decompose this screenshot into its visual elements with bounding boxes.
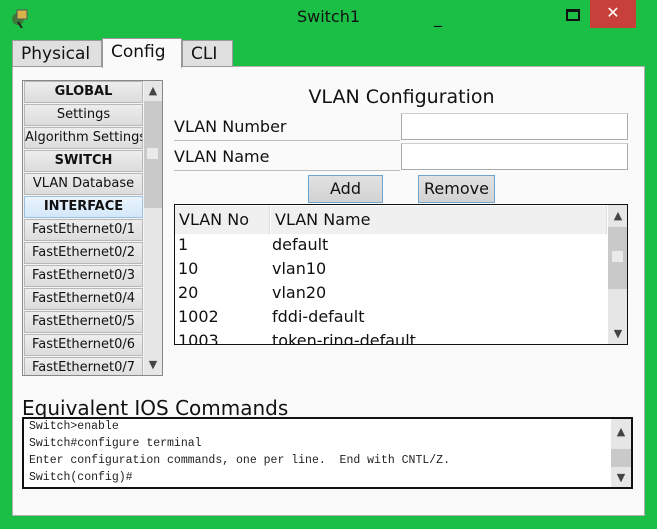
vlan-name-cell: vlan10 bbox=[272, 259, 327, 278]
vlan-no-cell: 1003 bbox=[178, 331, 219, 345]
vlan-config-title: VLAN Configuration bbox=[308, 86, 495, 108]
vlan-name-cell: vlan20 bbox=[272, 283, 327, 302]
sidebar-item[interactable]: Settings bbox=[24, 104, 143, 126]
scroll-thumb[interactable] bbox=[608, 227, 627, 289]
vlan-name-cell: fddi-default bbox=[272, 307, 365, 326]
vlan-name-label: VLAN Name bbox=[174, 144, 400, 171]
sidebar-item[interactable]: FastEthernet0/4 bbox=[24, 288, 143, 310]
sidebar-item[interactable]: GLOBAL bbox=[24, 81, 143, 103]
maximize-button[interactable] bbox=[560, 5, 586, 25]
window-title: Switch1 bbox=[296, 7, 361, 26]
ios-commands-console[interactable]: Switch>enable Switch#configure terminal En… bbox=[22, 417, 633, 489]
vlan-number-input[interactable] bbox=[401, 113, 628, 140]
sidebar-item[interactable]: FastEthernet0/1 bbox=[24, 219, 143, 241]
vlan-no-cell: 10 bbox=[178, 259, 199, 278]
add-button[interactable]: Add bbox=[308, 175, 383, 203]
vlan-no-cell: 1002 bbox=[178, 307, 219, 326]
vlan-name-cell: default bbox=[272, 235, 329, 254]
vlan-no-cell: 1 bbox=[178, 235, 189, 254]
scroll-up-icon[interactable]: ▲ bbox=[144, 84, 162, 97]
scroll-thumb[interactable] bbox=[144, 101, 162, 208]
scroll-thumb[interactable] bbox=[611, 449, 631, 467]
scroll-down-icon[interactable]: ▼ bbox=[609, 327, 627, 340]
close-button[interactable]: ✕ bbox=[590, 0, 636, 28]
column-header-vlan-no[interactable]: VLAN No bbox=[175, 206, 270, 234]
vlan-table-scrollbar[interactable]: ▲ ▼ bbox=[608, 205, 627, 344]
sidebar-item[interactable]: SWITCH bbox=[24, 150, 143, 172]
vlan-table: VLAN No VLAN Name 1 default 10 vlan10 20 vlan… bbox=[174, 204, 628, 345]
sidebar-item[interactable]: FastEthernet0/7 bbox=[24, 357, 143, 375]
console-scrollbar[interactable]: ▲ ▼ bbox=[611, 419, 631, 487]
remove-button[interactable]: Remove bbox=[418, 175, 495, 203]
sidebar-item[interactable]: Algorithm Settings bbox=[24, 127, 143, 149]
tab-config[interactable]: Config bbox=[102, 38, 182, 68]
tab-physical[interactable]: Physical bbox=[12, 40, 102, 67]
scroll-down-icon[interactable]: ▼ bbox=[144, 358, 162, 371]
scroll-up-icon[interactable]: ▲ bbox=[609, 209, 627, 222]
vlan-name-input[interactable] bbox=[401, 143, 628, 170]
console-line: Enter configuration commands, one per li… bbox=[29, 454, 450, 467]
maximize-icon bbox=[566, 9, 580, 21]
console-line: Switch(config)# bbox=[29, 471, 133, 484]
vlan-name-cell: token-ring-default bbox=[272, 331, 416, 345]
sidebar-item[interactable]: FastEthernet0/3 bbox=[24, 265, 143, 287]
vlan-no-cell: 20 bbox=[178, 283, 199, 302]
column-header-vlan-name[interactable]: VLAN Name bbox=[271, 206, 607, 234]
tab-cli[interactable]: CLI bbox=[182, 40, 233, 67]
sidebar-item[interactable]: VLAN Database bbox=[24, 173, 143, 195]
vlan-number-label: VLAN Number bbox=[174, 114, 400, 141]
minimize-button[interactable]: _ bbox=[423, 8, 453, 28]
console-line: Switch#configure terminal bbox=[29, 437, 202, 450]
console-line: Switch>enable bbox=[29, 420, 119, 433]
sidebar-scrollbar[interactable]: ▲ ▼ bbox=[144, 81, 162, 375]
config-sidebar: GLOBAL Settings Algorithm Settings SWITCH VL… bbox=[22, 80, 163, 376]
scroll-up-icon[interactable]: ▲ bbox=[612, 425, 630, 438]
sidebar-item[interactable]: FastEthernet0/5 bbox=[24, 311, 143, 333]
sidebar-item[interactable]: INTERFACE bbox=[24, 196, 143, 218]
sidebar-item[interactable]: FastEthernet0/6 bbox=[24, 334, 143, 356]
sidebar-item[interactable]: FastEthernet0/2 bbox=[24, 242, 143, 264]
scroll-down-icon[interactable]: ▼ bbox=[612, 471, 630, 484]
